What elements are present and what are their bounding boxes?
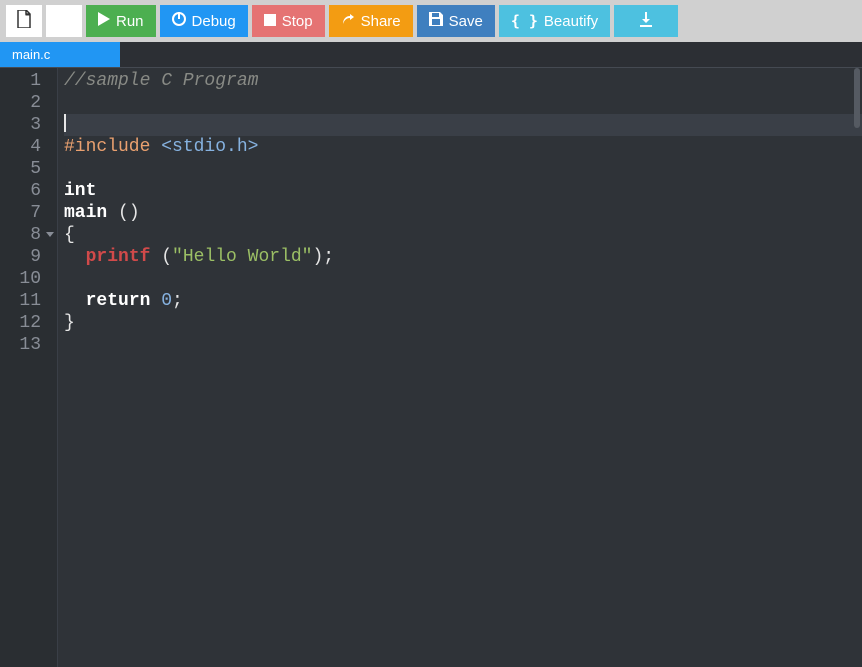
code-line bbox=[64, 268, 862, 290]
braces-icon: { } bbox=[511, 12, 538, 30]
code-line: main () bbox=[64, 202, 862, 224]
header-token: <stdio.h> bbox=[150, 137, 258, 157]
gutter-line: 1 bbox=[0, 70, 57, 92]
code-line-active bbox=[64, 114, 862, 136]
number-token: 0 bbox=[161, 291, 172, 311]
beautify-label: Beautify bbox=[544, 13, 598, 30]
debug-label: Debug bbox=[192, 13, 236, 30]
file-icon bbox=[16, 10, 32, 32]
play-icon bbox=[98, 12, 110, 30]
debug-button[interactable]: Debug bbox=[160, 5, 248, 37]
gutter-line: 13 bbox=[0, 334, 57, 356]
tab-label: main.c bbox=[12, 47, 50, 62]
toolbar: Run Debug Stop Share Save { } Beautify bbox=[0, 0, 862, 42]
download-button[interactable] bbox=[614, 5, 678, 37]
code-line: printf ("Hello World"); bbox=[64, 246, 862, 268]
code-line: int bbox=[64, 180, 862, 202]
run-button[interactable]: Run bbox=[86, 5, 156, 37]
tabs-bar: main.c bbox=[0, 42, 862, 68]
gutter-line: 4 bbox=[0, 136, 57, 158]
power-icon bbox=[172, 12, 186, 30]
space bbox=[150, 291, 161, 311]
paren-token: () bbox=[107, 203, 139, 223]
brace-token: { bbox=[64, 225, 75, 245]
gutter-line: 9 bbox=[0, 246, 57, 268]
keyword-token: int bbox=[64, 181, 96, 201]
code-line bbox=[64, 334, 862, 356]
funcname-token: main bbox=[64, 203, 107, 223]
editor-content[interactable]: //sample C Program #include <stdio.h> in… bbox=[58, 68, 862, 667]
code-line: //sample C Program bbox=[64, 70, 862, 92]
code-line bbox=[64, 92, 862, 114]
upload-button[interactable] bbox=[46, 5, 82, 37]
gutter-line: 8 bbox=[0, 224, 57, 246]
code-line: #include <stdio.h> bbox=[64, 136, 862, 158]
brace-token: } bbox=[64, 313, 75, 333]
code-line: } bbox=[64, 312, 862, 334]
paren-token: ) bbox=[312, 247, 323, 267]
gutter-line: 2 bbox=[0, 92, 57, 114]
scrollbar-thumb[interactable] bbox=[854, 68, 860, 128]
download-icon bbox=[638, 11, 654, 31]
gutter-line: 6 bbox=[0, 180, 57, 202]
code-line: return 0; bbox=[64, 290, 862, 312]
run-label: Run bbox=[116, 13, 144, 30]
tab-main-c[interactable]: main.c bbox=[0, 42, 120, 67]
editor-gutter: 1 2 3 4 5 6 7 8 9 10 11 12 13 bbox=[0, 68, 58, 667]
semicolon-token: ; bbox=[323, 247, 334, 267]
preprocessor-token: #include bbox=[64, 137, 150, 157]
string-token: "Hello World" bbox=[172, 247, 312, 267]
share-label: Share bbox=[361, 13, 401, 30]
keyword-token: return bbox=[86, 291, 151, 311]
paren-token: ( bbox=[161, 247, 172, 267]
beautify-button[interactable]: { } Beautify bbox=[499, 5, 610, 37]
code-line bbox=[64, 158, 862, 180]
save-label: Save bbox=[449, 13, 483, 30]
stop-icon bbox=[264, 13, 276, 30]
save-icon bbox=[429, 12, 443, 30]
gutter-line: 3 bbox=[0, 114, 57, 136]
code-line: { bbox=[64, 224, 862, 246]
semicolon-token: ; bbox=[172, 291, 183, 311]
editor-cursor bbox=[64, 114, 66, 132]
gutter-line: 12 bbox=[0, 312, 57, 334]
space bbox=[150, 247, 161, 267]
cloud-upload-icon bbox=[54, 11, 74, 31]
share-icon bbox=[341, 12, 355, 30]
gutter-line: 7 bbox=[0, 202, 57, 224]
stop-label: Stop bbox=[282, 13, 313, 30]
func-token: printf bbox=[86, 247, 151, 267]
new-file-button[interactable] bbox=[6, 5, 42, 37]
stop-button[interactable]: Stop bbox=[252, 5, 325, 37]
save-button[interactable]: Save bbox=[417, 5, 495, 37]
gutter-line: 11 bbox=[0, 290, 57, 312]
share-button[interactable]: Share bbox=[329, 5, 413, 37]
gutter-line: 10 bbox=[0, 268, 57, 290]
indent bbox=[64, 291, 86, 311]
indent bbox=[64, 247, 86, 267]
gutter-line: 5 bbox=[0, 158, 57, 180]
comment-token: //sample C Program bbox=[64, 71, 258, 91]
code-editor[interactable]: 1 2 3 4 5 6 7 8 9 10 11 12 13 //sample C… bbox=[0, 68, 862, 667]
